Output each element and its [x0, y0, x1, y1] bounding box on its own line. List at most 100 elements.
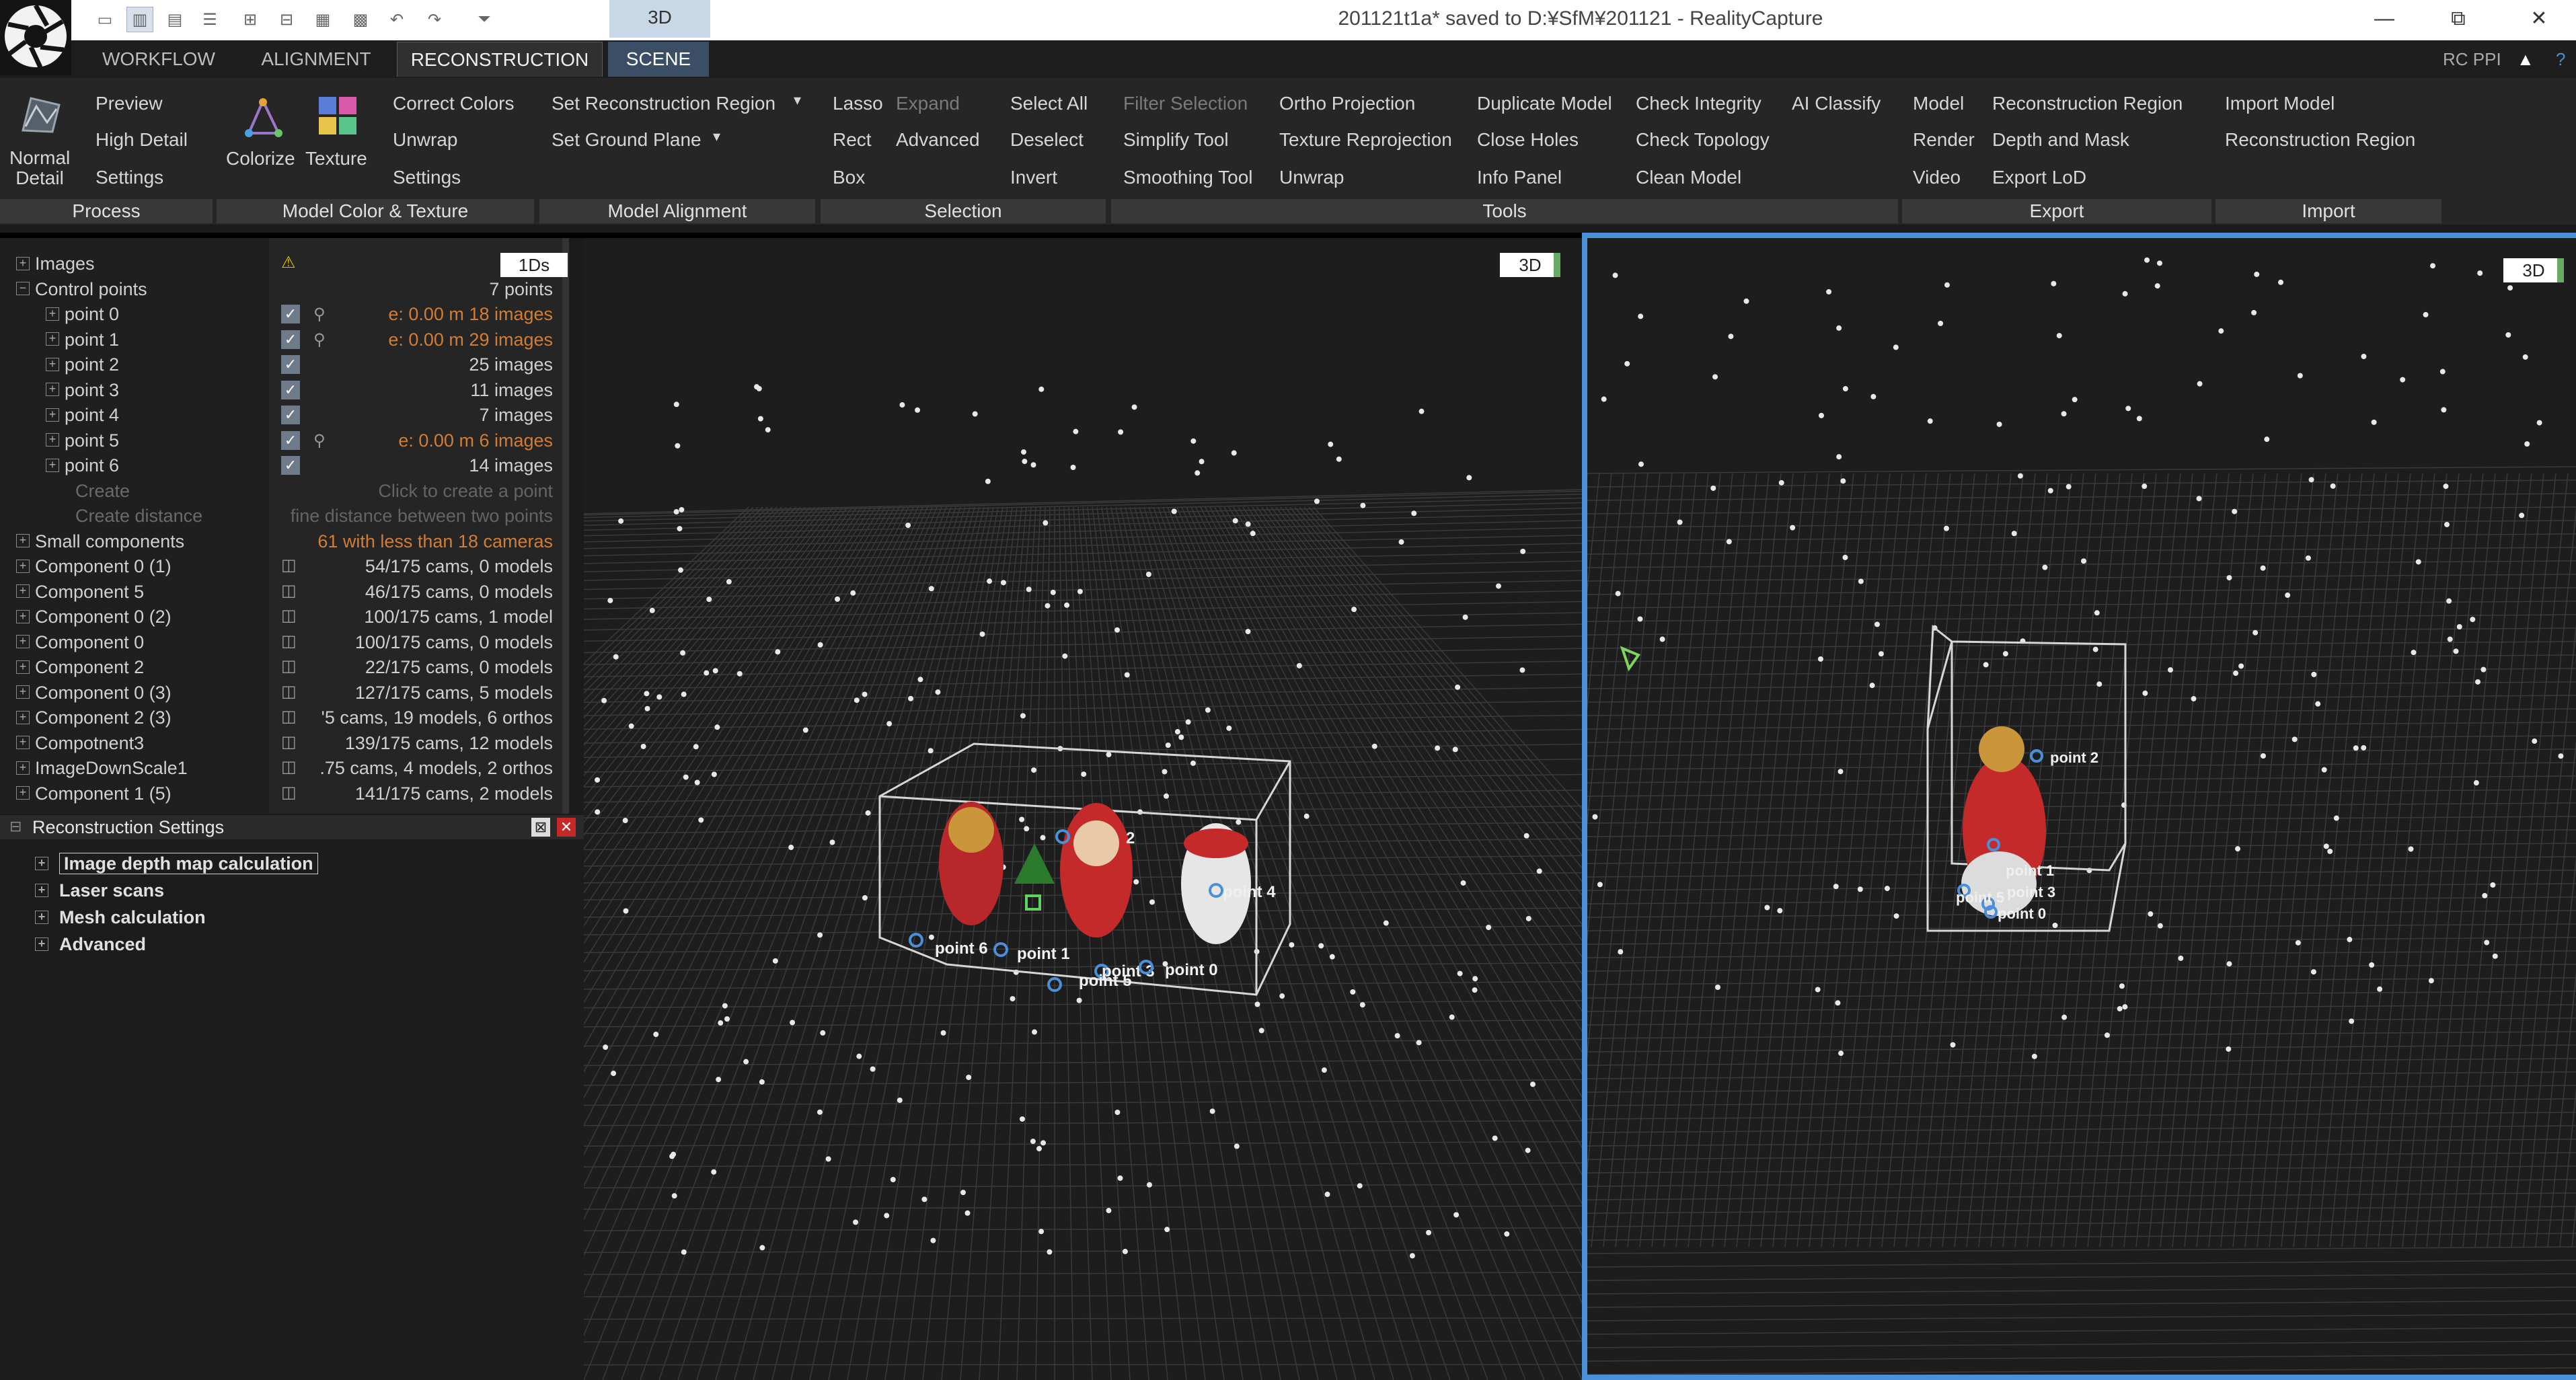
tab-alignment[interactable]: ALIGNMENT: [249, 42, 383, 77]
expand-icon[interactable]: +: [16, 761, 30, 775]
settings-row[interactable]: + Mesh calculation: [35, 904, 206, 931]
set-ground-plane-button[interactable]: Set Ground Plane: [552, 129, 702, 151]
visibility-checkbox[interactable]: ✓: [281, 305, 300, 323]
visibility-checkbox[interactable]: ✓: [281, 406, 300, 424]
expand-icon[interactable]: +: [35, 937, 48, 951]
tree-item[interactable]: Create distance: [75, 504, 202, 529]
tree-item[interactable]: + point 0: [46, 302, 119, 327]
expand-icon[interactable]: +: [35, 883, 48, 897]
layout-icon[interactable]: ▤: [161, 7, 188, 32]
tree-item[interactable]: + point 2: [46, 352, 119, 377]
texture-settings-button[interactable]: Settings: [393, 167, 461, 188]
advanced-selection-button[interactable]: Advanced: [896, 129, 980, 151]
tree-item[interactable]: + Component 2 (3): [16, 705, 172, 730]
scene-render-left[interactable]: point 6 point 1point 3point 5point 0point…: [584, 238, 1582, 1380]
set-reconstruction-region-button[interactable]: Set Reconstruction Region: [552, 93, 775, 114]
clean-model-button[interactable]: Clean Model: [1636, 167, 1741, 188]
visibility-checkbox[interactable]: ✓: [281, 430, 300, 450]
layout-icon[interactable]: ⊟: [273, 7, 300, 32]
tree-item[interactable]: + ImageDownScale1: [16, 756, 188, 781]
expand-icon[interactable]: +: [46, 458, 59, 472]
expand-icon[interactable]: +: [16, 786, 30, 800]
view-tab-3d[interactable]: 3D: [609, 0, 710, 38]
expand-icon[interactable]: +: [35, 856, 48, 870]
tree-item[interactable]: + Component 0: [16, 630, 144, 655]
export-model-button[interactable]: Model: [1913, 93, 1964, 114]
box-button[interactable]: Box: [833, 167, 865, 188]
scene-render-right[interactable]: point 2 point 1 point 3point 5point 0: [1587, 238, 2576, 1380]
expand-icon[interactable]: +: [16, 685, 30, 699]
import-reconstruction-region-button[interactable]: Reconstruction Region: [2225, 129, 2415, 151]
warning-icon[interactable]: ▲: [2517, 40, 2534, 78]
tree-item[interactable]: + point 3: [46, 378, 119, 403]
info-panel-button[interactable]: Info Panel: [1477, 167, 1562, 188]
correct-colors-button[interactable]: Correct Colors: [393, 93, 514, 114]
tab-reconstruction[interactable]: RECONSTRUCTION: [397, 42, 603, 77]
close-holes-button[interactable]: Close Holes: [1477, 129, 1579, 151]
expand-icon[interactable]: +: [16, 635, 30, 649]
view-badge-3d[interactable]: 3D: [2503, 258, 2564, 282]
tree-item[interactable]: + Small components: [16, 529, 184, 554]
expand-icon[interactable]: +: [16, 736, 30, 750]
tree-item[interactable]: + Component 1 (5): [16, 781, 172, 806]
texture-button[interactable]: Texture: [305, 148, 367, 169]
expand-icon[interactable]: +: [46, 357, 59, 371]
expand-icon[interactable]: +: [46, 383, 59, 397]
deselect-button[interactable]: Deselect: [1010, 129, 1084, 151]
layout-icon[interactable]: ⊞: [237, 7, 264, 32]
export-video-button[interactable]: Video: [1913, 167, 1961, 188]
normal-detail-button[interactable]: Normal Detail: [9, 148, 70, 188]
export-lod-button[interactable]: Export LoD: [1992, 167, 2086, 188]
expand-icon[interactable]: +: [35, 910, 48, 924]
texture-reprojection-button[interactable]: Texture Reprojection: [1279, 129, 1452, 151]
undo-icon[interactable]: ↶: [383, 7, 410, 32]
tree-item[interactable]: − Control points: [16, 277, 147, 302]
chevron-down-icon[interactable]: ▾: [713, 128, 720, 145]
settings-row[interactable]: + Image depth map calculation: [35, 850, 318, 877]
duplicate-model-button[interactable]: Duplicate Model: [1477, 93, 1612, 114]
unwrap-button[interactable]: Unwrap: [393, 129, 457, 151]
depth-and-mask-button[interactable]: Depth and Mask: [1992, 129, 2129, 151]
layout-icon[interactable]: ▦: [309, 7, 336, 32]
rect-button[interactable]: Rect: [833, 129, 872, 151]
layout-icon[interactable]: ▩: [347, 7, 374, 32]
rc-ppi-label[interactable]: RC PPI: [2443, 40, 2501, 78]
help-icon[interactable]: ?: [2556, 40, 2565, 78]
customize-icon[interactable]: ⏷: [471, 7, 498, 32]
view-badge-1ds[interactable]: 1Ds: [500, 253, 568, 277]
expand-icon[interactable]: +: [46, 332, 59, 346]
viewport-3d-left[interactable]: point 6 point 1 point 3 point 5 point 0 point…: [584, 238, 1582, 1380]
collapse-icon[interactable]: ⊟: [9, 818, 22, 835]
expand-icon[interactable]: +: [16, 660, 30, 674]
expand-icon[interactable]: +: [16, 710, 30, 724]
viewport-3d-right[interactable]: point 2 point 1 point 3 point 5 point 0 3D: [1582, 233, 2576, 1380]
export-render-button[interactable]: Render: [1913, 129, 1975, 151]
tree-item[interactable]: + Component 2: [16, 655, 144, 680]
tree-item[interactable]: + Component 5: [16, 580, 144, 605]
expand-icon[interactable]: +: [46, 408, 59, 422]
settings-row[interactable]: + Advanced: [35, 931, 146, 958]
minimize-button[interactable]: —: [2347, 0, 2421, 38]
tab-workflow[interactable]: WORKFLOW: [91, 42, 226, 77]
undock-icon[interactable]: ⊠: [531, 818, 550, 837]
app-logo-icon[interactable]: [0, 0, 71, 75]
check-integrity-button[interactable]: Check Integrity: [1636, 93, 1761, 114]
colorize-button[interactable]: Colorize: [226, 148, 295, 169]
invert-button[interactable]: Invert: [1010, 167, 1057, 188]
redo-icon[interactable]: ↷: [421, 7, 448, 32]
close-icon[interactable]: ✕: [557, 818, 576, 837]
chevron-down-icon[interactable]: ▾: [794, 91, 801, 109]
expand-icon[interactable]: +: [16, 256, 30, 270]
export-reconstruction-region-button[interactable]: Reconstruction Region: [1992, 93, 2183, 114]
settings-row[interactable]: + Laser scans: [35, 877, 164, 904]
expand-icon[interactable]: +: [16, 584, 30, 599]
close-button[interactable]: ✕: [2502, 0, 2576, 38]
visibility-checkbox[interactable]: ✓: [281, 355, 300, 374]
layout-icon[interactable]: ☰: [196, 7, 223, 32]
tree-item[interactable]: + point 1: [46, 328, 119, 352]
preview-button[interactable]: Preview: [96, 93, 163, 114]
ortho-projection-button[interactable]: Ortho Projection: [1279, 93, 1415, 114]
tree-item[interactable]: + point 6: [46, 453, 119, 478]
high-detail-button[interactable]: High Detail: [96, 129, 188, 151]
maximize-button[interactable]: ⧉: [2421, 0, 2495, 38]
